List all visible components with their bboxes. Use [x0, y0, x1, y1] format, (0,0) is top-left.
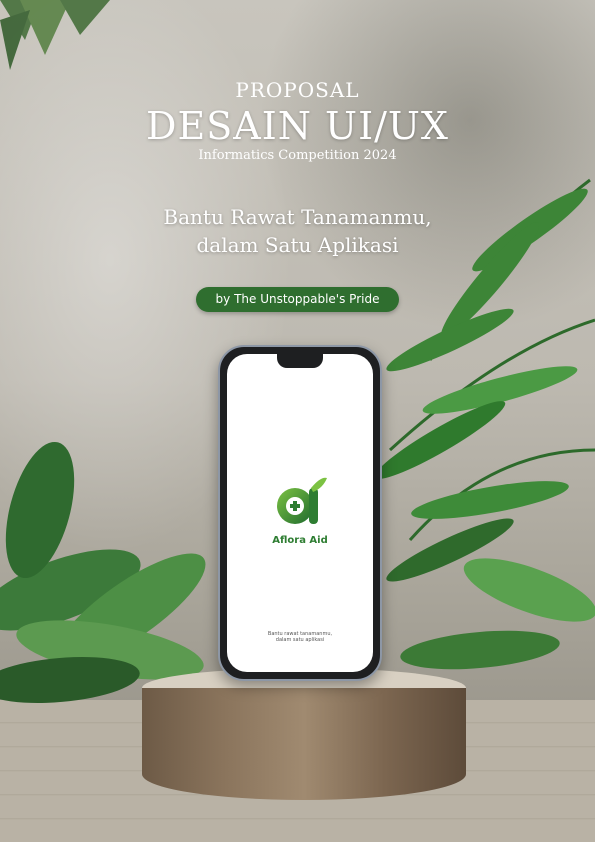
phone-notch [277, 354, 323, 368]
title-block: PROPOSAL DESAIN UI/UX Informatics Compet… [0, 78, 595, 163]
app-tagline-line-2: dalam satu aplikasi [275, 637, 325, 643]
competition-subtitle: Informatics Competition 2024 [198, 148, 397, 163]
tagline-line-2: dalam Satu Aplikasi [196, 233, 399, 257]
tagline: Bantu Rawat Tanamanmu, dalam Satu Aplika… [0, 203, 595, 259]
tagline-line-1: Bantu Rawat Tanamanmu, [163, 205, 432, 229]
wood-pedestal [142, 688, 466, 800]
author-badge: by The Unstoppable's Pride [196, 287, 399, 312]
aflora-aid-logo-icon [277, 477, 327, 524]
main-title: DESAIN UI/UX [146, 104, 449, 148]
app-tagline: Bantu rawat tanamanmu, dalam satu aplika… [227, 631, 373, 643]
phone-screen: Aflora Aid Bantu rawat tanamanmu, dalam … [227, 354, 373, 672]
app-name: Aflora Aid [272, 535, 328, 546]
phone-mockup: Aflora Aid Bantu rawat tanamanmu, dalam … [218, 345, 382, 681]
proposal-label: PROPOSAL [235, 78, 360, 102]
hanging-plant-left [0, 0, 110, 70]
